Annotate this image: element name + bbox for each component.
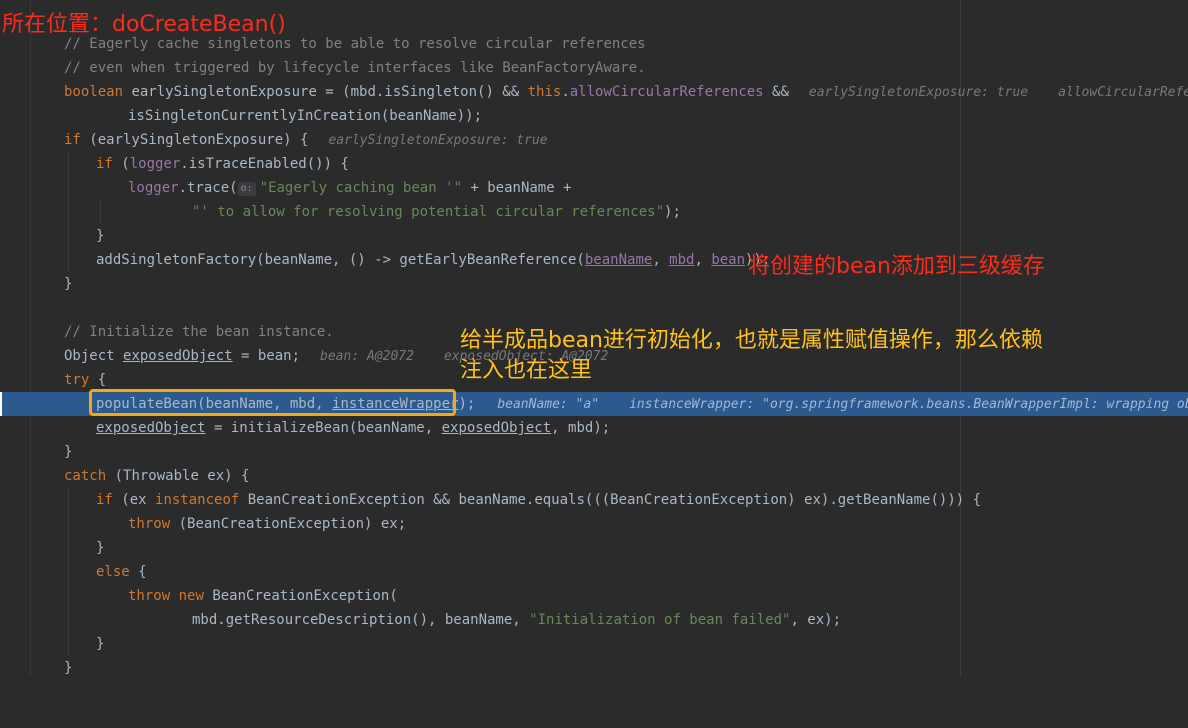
code-text: earlySingletonExposure = (mbd.isSingleto… [123, 84, 528, 100]
code-text: .trace( [178, 180, 238, 196]
debug-inline-value: bean: A@2072 [320, 349, 414, 364]
code-text: (BeanCreationException) ex; [170, 516, 407, 532]
code-line[interactable]: mbd.getResourceDescription(), beanName, … [0, 608, 1188, 632]
code-text: mbd.getResourceDescription(), beanName, [192, 612, 530, 628]
variable-reference: exposedObject [96, 420, 206, 436]
parameter-hint-icon[interactable]: o: [237, 182, 256, 196]
code-text: BeanCreationException && beanName.equals… [239, 492, 982, 508]
code-text: (ex [112, 492, 156, 508]
keyword: new [178, 588, 204, 604]
variable-reference: exposedObject [123, 348, 233, 364]
code-text: . [561, 84, 570, 100]
code-line[interactable]: if (logger.isTraceEnabled()) { [0, 152, 1188, 176]
execution-point-marker [0, 392, 2, 416]
code-text: + beanName + [461, 180, 572, 196]
code-line[interactable]: logger.trace(o: "Eagerly caching bean '" … [0, 176, 1188, 200]
code-line[interactable]: catch (Throwable ex) { [0, 464, 1188, 488]
code-line[interactable]: } [0, 224, 1188, 248]
code-line[interactable]: } [0, 536, 1188, 560]
code-text: && [763, 84, 789, 100]
code-text: isSingletonCurrentlyInCreation(beanName)… [128, 108, 483, 124]
code-text: .isTraceEnabled()) { [180, 156, 349, 172]
code-comment: // Eagerly cache singletons to be able t… [64, 36, 646, 52]
code-text: } [96, 636, 105, 652]
code-comment: // even when triggered by lifecycle inte… [64, 60, 646, 76]
field-reference: logger [129, 156, 181, 172]
code-text: , [652, 252, 670, 268]
code-text: = bean; [232, 348, 301, 364]
code-text: } [64, 276, 73, 292]
code-text: Object [64, 348, 124, 364]
code-line[interactable]: isSingletonCurrentlyInCreation(beanName)… [0, 104, 1188, 128]
keyword: try [64, 372, 90, 388]
code-text: } [96, 228, 105, 244]
code-text: { [129, 564, 147, 580]
keyword: else [96, 564, 130, 580]
debug-inline-value: instanceWrapper: "org.springframework.be… [629, 397, 1188, 412]
code-line[interactable]: } [0, 656, 1188, 680]
captured-variable: beanName [584, 252, 653, 268]
code-line[interactable]: throw new BeanCreationException( [0, 584, 1188, 608]
code-text: = initializeBean(beanName, [205, 420, 442, 436]
code-line[interactable]: boolean earlySingletonExposure = (mbd.is… [0, 80, 1188, 104]
keyword: throw [128, 516, 171, 532]
captured-variable: mbd [669, 252, 695, 268]
keyword: catch [64, 468, 107, 484]
code-text: addSingletonFactory(beanName, () -> getE… [96, 252, 585, 268]
code-line[interactable]: // even when triggered by lifecycle inte… [0, 56, 1188, 80]
code-line[interactable]: else { [0, 560, 1188, 584]
code-text: (Throwable ex) { [106, 468, 250, 484]
code-text: , mbd); [551, 420, 611, 436]
location-annotation: 所在位置：doCreateBean() [2, 12, 286, 37]
code-text: } [64, 444, 73, 460]
code-line[interactable]: } [0, 632, 1188, 656]
keyword: if [96, 492, 113, 508]
code-line[interactable]: throw (BeanCreationException) ex; [0, 512, 1188, 536]
code-editor[interactable]: // Eagerly cache singletons to be able t… [0, 0, 1188, 676]
keyword: instanceof [155, 492, 240, 508]
keyword: if [96, 156, 113, 172]
code-line[interactable]: if (ex instanceof BeanCreationException … [0, 488, 1188, 512]
populate-annotation: 给半成品bean进行初始化，也就是属性赋值操作，那么依赖 注入也在这里 [460, 326, 1140, 386]
field-reference: logger [128, 180, 179, 196]
code-line[interactable]: } [0, 440, 1188, 464]
code-line[interactable]: exposedObject = initializeBean(beanName,… [0, 416, 1188, 440]
code-text: } [64, 660, 73, 676]
code-comment: // Initialize the bean instance. [64, 324, 334, 340]
code-text: ); [458, 396, 476, 412]
variable-reference: exposedObject [441, 420, 552, 436]
keyword: boolean [64, 84, 124, 100]
code-text: (earlySingletonExposure) { [80, 132, 309, 148]
code-text: BeanCreationException( [203, 588, 398, 604]
code-line[interactable]: "' to allow for resolving potential circ… [0, 200, 1188, 224]
code-text: ); [664, 204, 681, 220]
code-text: , [694, 252, 712, 268]
keyword: this [527, 84, 562, 100]
captured-variable: bean [711, 252, 746, 268]
code-text: , ex); [790, 612, 842, 628]
code-text: } [96, 540, 105, 556]
debug-inline-value: earlySingletonExposure: true [328, 133, 548, 148]
populate-annotation-line: 给半成品bean进行初始化，也就是属性赋值操作，那么依赖 [460, 328, 1043, 353]
debug-inline-value: allowCircularReferen [1058, 85, 1188, 100]
debug-inline-value: beanName: "a" [497, 397, 600, 412]
populate-annotation-line: 注入也在这里 [460, 358, 593, 383]
code-line[interactable]: if (earlySingletonExposure) { earlySingle… [0, 128, 1188, 152]
field-reference: allowCircularReferences [569, 84, 764, 100]
keyword: throw [128, 588, 171, 604]
code-text: { [89, 372, 107, 388]
string-literal: "Initialization of bean failed" [529, 612, 791, 628]
debug-inline-value: earlySingletonExposure: true [808, 85, 1029, 100]
code-text: ( [112, 156, 130, 172]
keyword: if [64, 132, 81, 148]
string-literal: "' to allow for resolving potential circ… [192, 204, 665, 220]
cache-annotation: 将创建的bean添加到三级缓存 [748, 254, 1045, 279]
string-literal: "Eagerly caching bean '" [259, 180, 462, 196]
highlight-callout-box [89, 389, 456, 416]
